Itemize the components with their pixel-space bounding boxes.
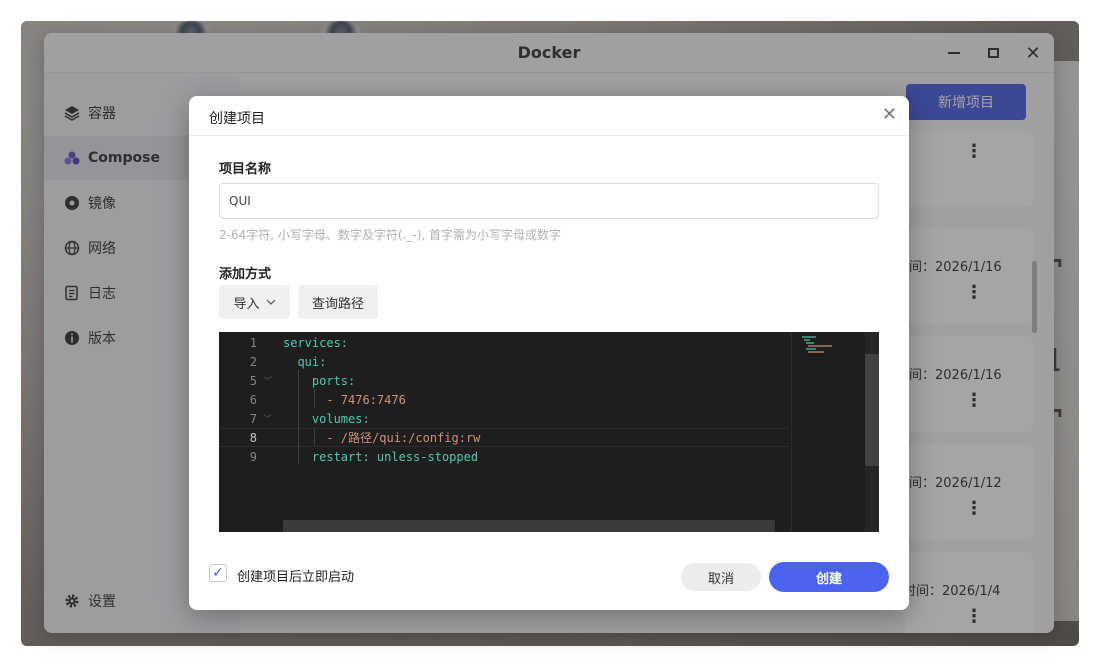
cancel-button[interactable]: 取消 — [681, 563, 761, 591]
editor-line: 9 restart: unless-stopped — [219, 447, 789, 466]
editor-line: 2 qui: — [219, 352, 789, 371]
query-path-button[interactable]: 查询路径 — [298, 285, 378, 319]
line-text: - /路径/qui:/config:rw — [283, 431, 481, 445]
line-number: 1 — [249, 335, 257, 350]
editor-line: 6 - 7476:7476 — [219, 390, 789, 409]
add-method-label: 添加方式 — [219, 267, 272, 282]
fold-chevron-icon[interactable]: ﹀ — [257, 412, 283, 425]
editor-horizontal-scrollbar[interactable] — [283, 520, 775, 532]
fold-chevron-icon[interactable]: ﹀ — [257, 374, 283, 387]
editor-vertical-scrollbar[interactable] — [865, 332, 879, 532]
line-text: volumes: — [283, 411, 370, 426]
editor-line: 7 ﹀ volumes: — [219, 409, 789, 428]
autostart-label: 创建项目后立即启动 — [237, 570, 355, 585]
editor-line: 5 ﹀ ports: — [219, 371, 789, 390]
line-text: qui: — [283, 354, 327, 369]
line-number: 6 — [249, 392, 257, 407]
line-text: services: — [283, 335, 349, 350]
line-number: 8 — [249, 430, 257, 445]
chevron-down-icon — [266, 297, 276, 308]
close-icon: ✕ — [881, 104, 897, 125]
editor-line: 1 services: — [219, 333, 789, 352]
checkmark-icon: ✓ — [212, 565, 224, 581]
import-label: 导入 — [233, 296, 260, 312]
line-number: 5 — [249, 373, 257, 388]
project-name-label: 项目名称 — [219, 162, 272, 177]
line-number: 9 — [249, 449, 257, 464]
create-button[interactable]: 创建 — [769, 562, 889, 592]
line-text: - 7476:7476 — [283, 392, 406, 407]
dialog-header: 创建项目 ✕ — [189, 96, 909, 136]
editor-line-current: 8 - /路径/qui:/config:rw — [219, 428, 789, 447]
line-text: restart: unless-stopped — [283, 449, 479, 464]
import-dropdown[interactable]: 导入 — [219, 285, 290, 319]
project-name-input[interactable] — [219, 183, 879, 219]
autostart-checkbox[interactable]: ✓ — [209, 564, 227, 582]
line-text: ports: — [283, 373, 356, 388]
line-number: 2 — [249, 354, 257, 369]
create-project-dialog: 创建项目 ✕ 项目名称 2-64字符, 小写字母、数字及字符(._-), 首字需… — [189, 96, 909, 610]
project-name-hint: 2-64字符, 小写字母、数字及字符(._-), 首字需为小写字母或数字 — [219, 228, 562, 242]
line-number: 7 — [249, 411, 257, 426]
dialog-title: 创建项目 — [209, 111, 265, 127]
dialog-close-button[interactable]: ✕ — [882, 106, 897, 124]
editor-minimap[interactable] — [791, 332, 865, 532]
compose-yaml-editor[interactable]: 1 services: 2 qui: 5 ﹀ ports: 6 - 7476:7… — [219, 332, 879, 532]
